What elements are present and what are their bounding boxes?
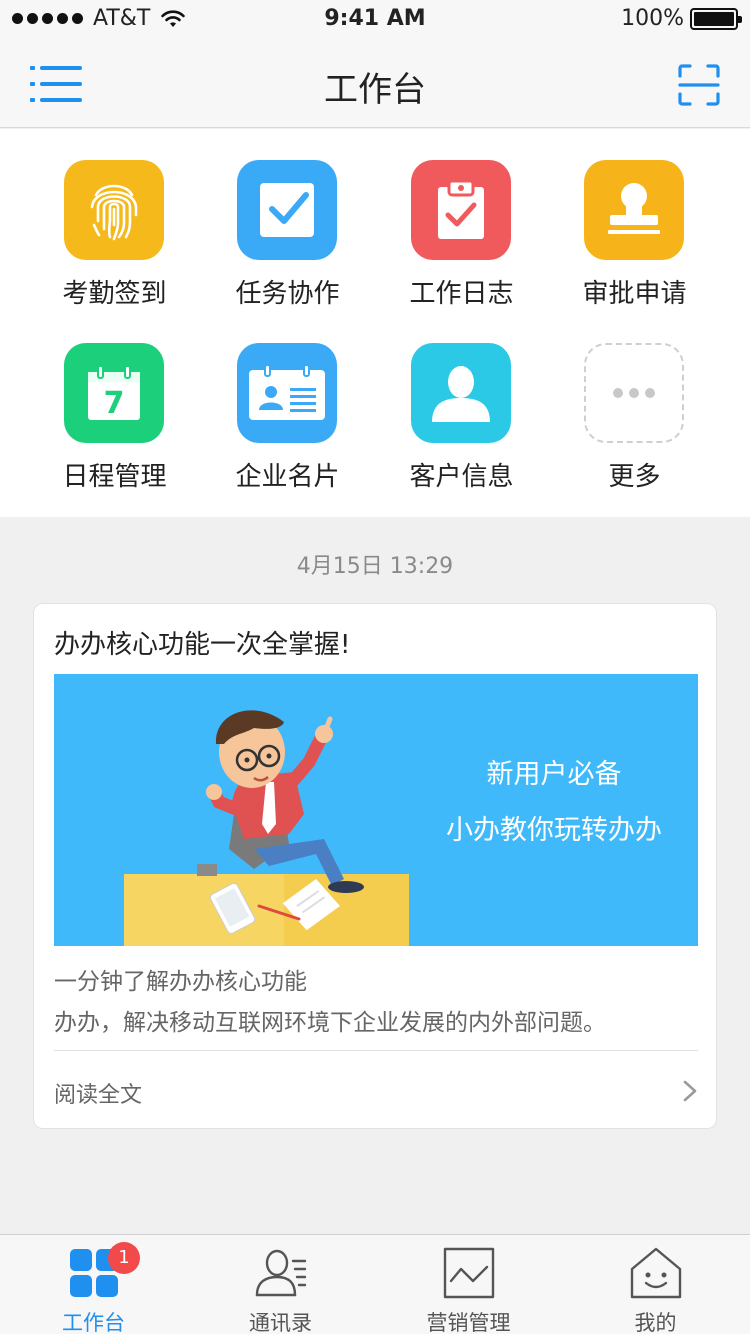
stamp-icon: [584, 160, 684, 260]
grid-label: 考勤签到: [62, 279, 167, 309]
checkbox-icon: [237, 160, 337, 260]
grid-label: 日程管理: [62, 462, 167, 492]
battery-icon: [690, 7, 742, 30]
tab-marketing[interactable]: 营销管理: [375, 1235, 562, 1334]
tab-mine[interactable]: 我的: [562, 1235, 749, 1334]
read-more-link[interactable]: 阅读全文: [34, 1051, 718, 1130]
tab-label: 营销管理: [426, 1311, 511, 1334]
grid-item-business-card[interactable]: 企业名片: [194, 312, 381, 492]
grid-item-attendance[interactable]: 考勤签到: [21, 129, 208, 309]
customer-icon: [411, 343, 511, 443]
tab-bar: 1 工作台 通讯录 营销管理 我的: [0, 1234, 750, 1334]
card-description: 办办，解决移动互联网环境下企业发展的内外部问题。: [54, 1010, 606, 1036]
tab-workbench[interactable]: 1 工作台: [0, 1235, 187, 1334]
home-face-icon: [630, 1247, 682, 1299]
grid-label: 工作日志: [409, 279, 514, 309]
id-card-icon: [237, 343, 337, 443]
calendar-icon: 7: [64, 343, 164, 443]
more-icon: [584, 343, 684, 443]
status-bar: AT&T 9:41 AM 100%: [0, 0, 750, 40]
notification-badge: 1: [108, 1242, 140, 1274]
tab-label: 我的: [634, 1311, 677, 1334]
grid-item-customer[interactable]: 客户信息: [368, 312, 555, 492]
tab-label: 通讯录: [249, 1311, 312, 1334]
grid-item-approval[interactable]: 审批申请: [541, 129, 728, 309]
banner-subheadline: 小办教你玩转办办: [446, 815, 662, 846]
nav-bar: 工作台: [0, 40, 750, 128]
feed-timestamp: 4月15日 13:29: [296, 554, 454, 579]
calendar-day: 7: [104, 386, 125, 421]
banner-headline: 新用户必备: [486, 759, 622, 790]
grid-item-schedule[interactable]: 7 日程管理: [21, 312, 208, 492]
chevron-right-icon: [683, 1080, 697, 1102]
marketing-chart-icon: [443, 1247, 495, 1299]
tab-contacts[interactable]: 通讯录: [187, 1235, 374, 1334]
scan-icon[interactable]: [678, 64, 720, 106]
contacts-icon: [255, 1249, 307, 1297]
grid-item-task[interactable]: 任务协作: [194, 129, 381, 309]
article-banner: 新用户必备 小办教你玩转办办: [54, 674, 698, 946]
grid-label: 企业名片: [235, 462, 340, 492]
grid-label: 更多: [608, 462, 661, 492]
article-card[interactable]: 办办核心功能一次全掌握! 新用户必备 小办教你玩转办办 一分钟了解办办核心功能 …: [33, 603, 717, 1129]
read-more-label: 阅读全文: [54, 1083, 143, 1108]
grid-label: 任务协作: [235, 279, 340, 309]
status-right: 100%: [621, 6, 742, 31]
clipboard-icon: [411, 160, 511, 260]
fingerprint-icon: [64, 160, 164, 260]
tab-label: 工作台: [62, 1311, 125, 1334]
grid-label: 客户信息: [409, 462, 514, 492]
card-subtitle: 一分钟了解办办核心功能: [54, 969, 307, 995]
card-title: 办办核心功能一次全掌握!: [54, 630, 351, 660]
page-title: 工作台: [324, 70, 426, 110]
grid-item-more[interactable]: 更多: [541, 312, 728, 492]
grid-item-worklog[interactable]: 工作日志: [368, 129, 555, 309]
grid-label: 审批申请: [582, 279, 687, 309]
function-grid: 考勤签到 任务协作 工作日志 审批申请 7 日程管理 企业名片 客户信息 更多: [0, 129, 750, 517]
battery-percent: 100%: [621, 6, 684, 31]
